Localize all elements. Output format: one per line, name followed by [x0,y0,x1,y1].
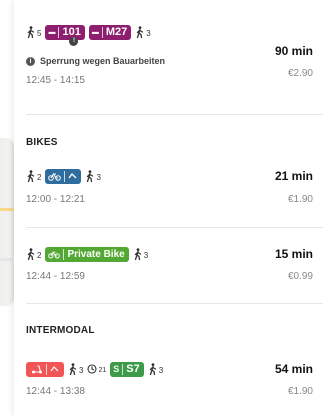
route-card-private-bike[interactable]: 2 Private Bike 3 15 min 12:44 - 12:59 €0… [26,244,313,285]
route-duration: 54 min [274,362,313,376]
route-legs-row: 2 3 21 min [26,166,313,186]
map-road [0,208,14,211]
route-notice: i Sperrung wegen Bauarbeiten [26,56,313,66]
walk-leg: 3 [85,170,101,182]
map-road [0,258,14,261]
walk-minutes: 3 [96,173,101,182]
section-title-bikes: BIKES [26,137,58,148]
route-card-transit[interactable]: 5 ▬ 101 ! ▬ M27 3 90 min i Sperrung wegen … [26,22,313,86]
route-divider [26,227,323,228]
route-price: €0.99 [287,270,313,282]
walk-minutes: 5 [37,29,42,38]
walking-person-icon [27,248,35,260]
route-legs: 2 3 [26,168,275,184]
walk-minutes: 3 [158,366,164,375]
bike-share-badge [45,168,82,184]
scooter-badge [26,361,64,377]
walk-minutes: 3 [79,366,84,375]
walk-leg: 2 [26,248,41,260]
disruption-info-icon: ! [69,36,79,46]
route-card-bike-share[interactable]: 2 3 21 min 12:00 - 12:21 €1.90 [26,166,313,208]
route-legs-row: 5 ▬ 101 ! ▬ M27 3 [26,22,313,46]
section-divider [26,303,323,304]
route-price: €1.90 [287,193,313,205]
route-time: 12:00 - 12:21 [26,193,85,205]
route-duration: 90 min [274,44,313,58]
walk-leg: 2 [26,170,41,182]
bicycle-icon [48,250,61,258]
walking-person-icon [87,170,94,182]
walking-person-icon [27,170,35,182]
private-bike-badge: Private Bike [45,246,129,262]
section-title-intermodal: INTERMODAL [26,325,95,336]
scooter-provider-icon [50,365,58,371]
route-duration: 21 min [274,169,313,183]
bus-line-badge: ▬ M27 [88,24,132,40]
route-legs: 2 Private Bike 3 [26,246,275,262]
walk-leg: 5 [26,26,41,38]
info-icon: i [26,56,35,66]
walk-leg: 3 [135,26,151,38]
walk-minutes: 2 [37,173,42,182]
walk-minutes: 3 [143,251,149,260]
bus-line-badge: ▬ 101 ! [45,24,85,46]
clock-icon [87,364,98,374]
walk-minutes: 2 [37,251,42,260]
walk-leg: 3 [148,363,163,375]
route-meta-row: 12:44 - 12:59 €0.99 [26,267,313,285]
route-meta-row: 12:00 - 12:21 €1.90 [26,190,313,208]
section-divider [26,114,323,115]
line-number: M27 [105,26,128,38]
walk-leg: 3 [133,248,148,260]
scooter-icon [31,364,42,373]
bus-icon: ▬ [91,28,99,36]
sbahn-icon: S [113,364,120,374]
bicycle-icon [48,172,62,181]
route-price: €1.90 [287,385,313,397]
notice-text: Sperrung wegen Bauarbeiten [40,56,166,66]
route-price: €2.90 [287,68,313,79]
bus-icon: ▬ [48,28,56,36]
walking-person-icon [27,26,35,38]
walking-person-icon [149,363,156,375]
routes-panel: 5 ▬ 101 ! ▬ M27 3 90 min i Sperrung wegen … [14,0,323,416]
walking-person-icon [134,248,141,260]
route-meta-row: 12:44 - 13:38 €1.90 [26,382,313,400]
route-legs: 3 21 S S7 3 [26,361,275,377]
route-duration: 15 min [274,247,313,261]
wait-minutes: 21 [98,367,107,374]
walk-minutes: 3 [146,29,151,38]
sbahn-line-badge: S S7 [110,361,144,377]
map-preview[interactable] [0,138,14,306]
wait-leg: 21 [87,364,106,374]
route-legs-row: 2 Private Bike 3 15 min [26,244,313,264]
route-legs-row: 3 21 S S7 3 54 min [26,359,313,379]
walking-person-icon [137,26,144,38]
route-time: 12:44 - 13:38 [26,385,85,397]
line-number: S7 [126,363,140,375]
walk-leg: 3 [68,363,83,375]
bike-provider-icon [68,172,77,178]
route-legs: 5 ▬ 101 ! ▬ M27 3 [26,24,313,46]
route-card-intermodal[interactable]: 3 21 S S7 3 54 min 12:44 - 13:38 €1.90 [26,359,313,400]
route-time: 12:45 - 14:15 [26,75,85,86]
walking-person-icon [69,363,77,375]
badge-label: Private Bike [67,248,125,260]
route-time: 12:44 - 12:59 [26,270,85,282]
